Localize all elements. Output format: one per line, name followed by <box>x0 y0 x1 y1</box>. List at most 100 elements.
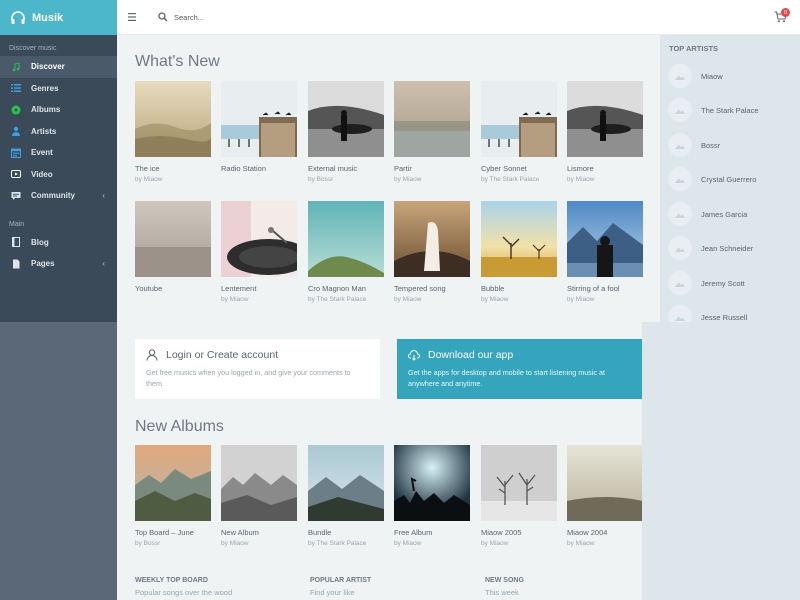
top-artists-panel: TOP ARTISTS Miaow The Stark Palace Bossr… <box>660 35 800 322</box>
avatar <box>668 133 692 157</box>
artist-item[interactable]: Jesse Russell <box>668 305 747 322</box>
sidebar-item-event[interactable]: Event <box>0 142 117 164</box>
album-title: Tempered song <box>394 284 446 293</box>
album-card[interactable]: Stirring of a fool by Miaow <box>567 201 643 303</box>
brand[interactable]: Musik <box>0 0 117 35</box>
avatar <box>668 98 692 122</box>
album-card[interactable]: Miaow 2004 by Miaow <box>567 445 643 547</box>
album-card[interactable]: External music by Bossr <box>308 81 384 183</box>
artist-name: James Garcia <box>701 209 748 219</box>
album-card[interactable]: Bundle by The Stark Palace <box>308 445 384 547</box>
cart-badge: 0 <box>781 8 790 17</box>
album-title: Bubble <box>481 284 505 293</box>
sidebar-item-label: Blog <box>31 237 49 247</box>
image-placeholder-icon <box>675 75 685 80</box>
sidebar-item-albums[interactable]: Albums <box>0 99 117 121</box>
video-icon <box>11 170 21 179</box>
album-card[interactable]: Partir by Miaow <box>394 81 470 183</box>
footer-heading: NEW SONG <box>485 577 524 584</box>
music-note-icon <box>12 62 20 72</box>
album-card[interactable]: Tempered song by Miaow <box>394 201 470 303</box>
image-placeholder-icon <box>675 109 685 114</box>
album-card[interactable]: Bubble by Miaow <box>481 201 557 303</box>
album-title: Miaow 2004 <box>567 528 608 537</box>
album-artist: by Miaow <box>567 540 595 547</box>
album-cover <box>135 445 211 521</box>
chat-icon <box>11 191 21 200</box>
sidebar-item-label: Genres <box>31 83 59 93</box>
album-cover <box>135 201 211 277</box>
album-artist: by Bossr <box>308 176 334 183</box>
album-cover <box>221 81 297 157</box>
album-card[interactable]: Miaow 2005 by Miaow <box>481 445 557 547</box>
artist-item[interactable]: The Stark Palace <box>668 98 759 122</box>
album-artist: by Miaow <box>567 176 595 183</box>
sidebar-item-community[interactable]: Community ‹ <box>0 185 117 207</box>
sidebar-item-video[interactable]: Video <box>0 164 117 186</box>
album-card[interactable]: Cyber Sonnet by The Stark Palace <box>481 81 557 183</box>
album-card[interactable]: Free Album by Miaow <box>394 445 470 547</box>
headphones-icon <box>11 10 25 24</box>
search-icon[interactable] <box>158 12 168 22</box>
album-artist: by The Stark Palace <box>481 176 540 183</box>
sidebar-item-discover[interactable]: Discover <box>0 56 117 78</box>
album-artist: by Miaow <box>221 540 249 547</box>
artist-item[interactable]: Miaow <box>668 64 723 88</box>
album-artist: by The Stark Palace <box>308 296 367 303</box>
right-column-lower <box>642 322 800 600</box>
sidebar-item-blog[interactable]: Blog <box>0 232 117 254</box>
album-cover <box>394 201 470 277</box>
artist-item[interactable]: Jean Schneider <box>668 236 753 260</box>
artist-item[interactable]: Bossr <box>668 133 720 157</box>
image-placeholder-icon <box>675 178 685 183</box>
brand-name: Musik <box>32 11 64 24</box>
album-card[interactable]: Lentement by Miaow <box>221 201 297 303</box>
album-artist: by Miaow <box>394 540 422 547</box>
sidebar-item-label: Pages <box>31 259 55 269</box>
album-card[interactable]: Radio Station <box>221 81 297 176</box>
top-header: 0 <box>117 0 800 35</box>
album-card[interactable]: Cro Magnon Man by The Stark Palace <box>308 201 384 303</box>
calendar-icon <box>11 148 21 158</box>
file-icon <box>13 259 20 269</box>
image-placeholder-icon <box>675 213 685 218</box>
album-cover <box>135 81 211 157</box>
album-card[interactable]: The ice by Miaow <box>135 81 211 183</box>
album-card[interactable]: Youtube <box>135 201 211 296</box>
album-card[interactable]: New Album by Miaow <box>221 445 297 547</box>
artist-name: The Stark Palace <box>701 105 759 115</box>
sidebar-item-artists[interactable]: Artists <box>0 121 117 143</box>
new-albums-title: New Albums <box>135 418 224 435</box>
album-title: Lentement <box>221 284 257 293</box>
album-cover <box>567 445 643 521</box>
artist-name: Miaow <box>701 71 723 81</box>
nav-section-discover: Discover music <box>9 45 57 52</box>
artist-item[interactable]: Crystal Guerrero <box>668 167 756 191</box>
album-title: Lismore <box>567 164 594 173</box>
list-icon <box>11 84 21 93</box>
chevron-left-icon: ‹ <box>102 259 105 268</box>
album-card[interactable]: Top Board – June by Bossr <box>135 445 211 547</box>
artist-item[interactable]: Jeremy Scott <box>668 271 745 295</box>
album-title: Bundle <box>308 528 332 537</box>
album-cover <box>221 201 297 277</box>
weekly-top-board[interactable]: WEEKLY TOP BOARD Popular songs over the … <box>135 577 232 597</box>
avatar <box>668 202 692 226</box>
artist-name: Jean Schneider <box>701 243 754 253</box>
download-panel[interactable]: Download our app Get the apps for deskto… <box>397 339 642 399</box>
menu-icon[interactable] <box>127 11 139 23</box>
album-artist: by Miaow <box>567 296 595 303</box>
popular-artist[interactable]: POPULAR ARTIST Find your like <box>310 577 371 597</box>
artist-item[interactable]: James Garcia <box>668 202 747 226</box>
sidebar-item-pages[interactable]: Pages ‹ <box>0 253 117 275</box>
sidebar-lower <box>0 322 117 600</box>
avatar <box>668 167 692 191</box>
album-title: Stirring of a fool <box>567 284 620 293</box>
album-card[interactable]: Lismore by Miaow <box>567 81 643 183</box>
album-cover <box>308 81 384 157</box>
album-artist: by Miaow <box>135 176 163 183</box>
sidebar-item-genres[interactable]: Genres <box>0 78 117 100</box>
search-input[interactable] <box>174 9 374 25</box>
login-panel[interactable]: Login or Create account Get free musics … <box>135 339 380 399</box>
new-song[interactable]: NEW SONG This week <box>485 577 524 597</box>
